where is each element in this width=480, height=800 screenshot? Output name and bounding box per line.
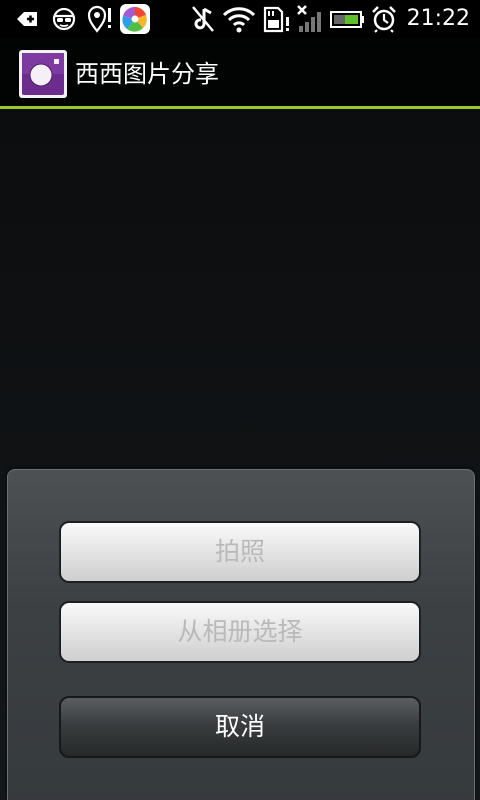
incognito-icon bbox=[52, 7, 76, 31]
no-signal-icon bbox=[297, 5, 321, 32]
take-photo-button[interactable]: 拍照 bbox=[59, 521, 421, 583]
usb-debug-icon bbox=[17, 12, 37, 26]
status-time: 21:22 bbox=[406, 6, 470, 31]
status-bar: 21:22 bbox=[0, 0, 480, 38]
sd-card-alert-icon bbox=[263, 6, 289, 33]
choose-from-album-button[interactable]: 从相册选择 bbox=[59, 601, 421, 663]
battery-charging-icon bbox=[330, 11, 364, 28]
cancel-button[interactable]: 取消 bbox=[59, 696, 421, 758]
app-title-bar bbox=[0, 38, 480, 106]
app-title: 西西图片分享 bbox=[75, 60, 219, 88]
alarm-icon bbox=[372, 6, 396, 33]
camera-app-icon bbox=[19, 50, 67, 98]
title-divider bbox=[0, 106, 480, 109]
app-notification-icon bbox=[120, 4, 150, 34]
mute-icon bbox=[192, 6, 214, 32]
wifi-icon bbox=[222, 7, 256, 33]
location-alert-icon bbox=[87, 5, 111, 33]
screen: 21:22 西西图片分享 拍照 从相册选择 取消 bbox=[0, 0, 480, 800]
